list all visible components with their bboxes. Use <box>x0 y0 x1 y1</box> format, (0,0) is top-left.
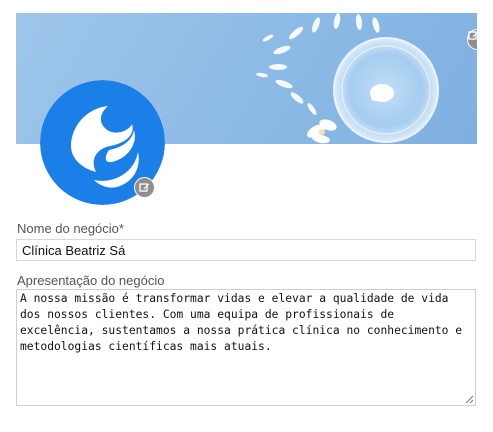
edit-icon <box>468 31 477 40</box>
edit-icon <box>139 183 150 192</box>
business-name-label: Nome do negócio* <box>17 221 124 236</box>
edit-avatar-button[interactable] <box>134 177 155 198</box>
business-about-textarea[interactable]: A nossa missão é transformar vidas e ele… <box>16 289 476 406</box>
resize-grip-icon[interactable] <box>465 395 474 404</box>
business-about-label: Apresentação do negócio <box>17 273 165 288</box>
business-name-input[interactable] <box>16 239 476 261</box>
